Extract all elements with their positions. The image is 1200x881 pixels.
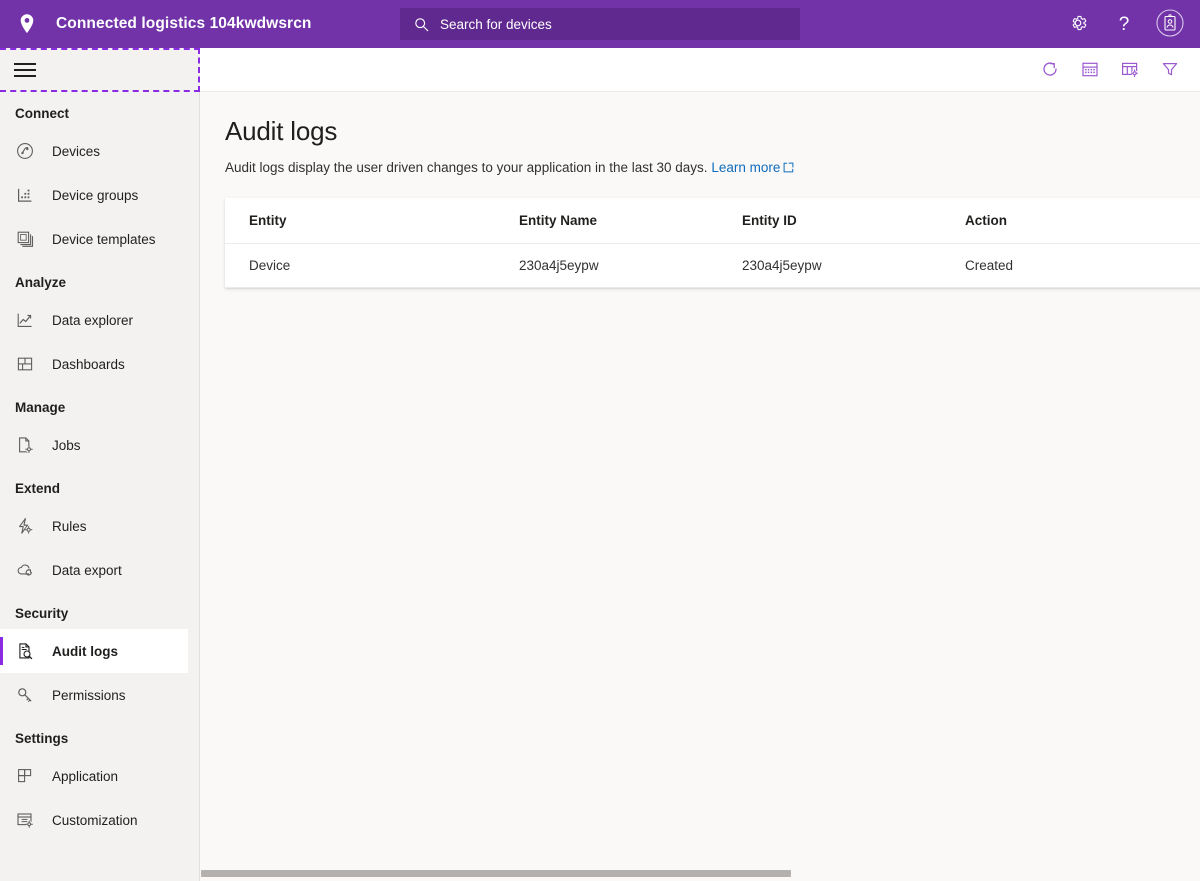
- cell-entity-name: 230a4j5eypw: [495, 243, 718, 287]
- sidebar-item-application[interactable]: Application: [0, 754, 188, 798]
- table-header-row: Entity Entity Name Entity ID Action: [225, 198, 1200, 243]
- refresh-icon: [1040, 59, 1060, 82]
- question-mark-icon: ?: [1119, 15, 1130, 34]
- sidebar-item-label: Devices: [52, 144, 100, 159]
- sidebar-item-device-groups[interactable]: Device groups: [0, 173, 188, 217]
- table-row[interactable]: Device 230a4j5eypw 230a4j5eypw Created: [225, 243, 1200, 287]
- page-description: Audit logs display the user driven chang…: [201, 147, 1200, 176]
- device-groups-icon: [13, 183, 37, 207]
- sidebar-group-analyze: Analyze Data explorer: [0, 261, 199, 386]
- customization-window-gear-icon: [13, 808, 37, 832]
- sidebar-group-manage: Manage Jobs: [0, 386, 199, 467]
- main-content: Audit logs Audit logs display the user d…: [201, 92, 1200, 881]
- sidebar-item-label: Device groups: [52, 188, 138, 203]
- device-templates-icon: [13, 227, 37, 251]
- sidebar-item-device-templates[interactable]: Device templates: [0, 217, 188, 261]
- sidebar-group-label: Analyze: [0, 261, 199, 298]
- dashboard-grid-icon: [13, 352, 37, 376]
- page-title: Audit logs: [201, 92, 1200, 147]
- sidebar-group-settings: Settings Application: [0, 717, 199, 842]
- top-header-bar: Connected logistics 104kwdwsrcn: [0, 0, 1200, 48]
- app-title: Connected logistics 104kwdwsrcn: [56, 15, 311, 33]
- sidebar-item-dashboards[interactable]: Dashboards: [0, 342, 188, 386]
- brand[interactable]: Connected logistics 104kwdwsrcn: [0, 0, 311, 48]
- global-search[interactable]: [400, 8, 800, 40]
- sidebar-item-data-explorer[interactable]: Data explorer: [0, 298, 188, 342]
- help-button[interactable]: ?: [1102, 0, 1146, 48]
- date-range-button[interactable]: [1070, 50, 1110, 90]
- user-badge-icon: [1155, 8, 1185, 41]
- sidebar-item-data-export[interactable]: Data export: [0, 548, 188, 592]
- column-header-action[interactable]: Action: [941, 198, 1200, 243]
- cell-action: Created: [941, 243, 1200, 287]
- top-header-actions: ?: [1056, 0, 1192, 48]
- column-header-entity-id[interactable]: Entity ID: [718, 198, 941, 243]
- command-bar-actions: [1030, 48, 1190, 92]
- sidebar-group-label: Security: [0, 592, 199, 629]
- column-options-button[interactable]: [1110, 50, 1150, 90]
- sidebar-item-permissions[interactable]: Permissions: [0, 673, 188, 717]
- sidebar-group-connect: Connect Devices: [0, 92, 199, 261]
- sidebar-item-audit-logs[interactable]: Audit logs: [0, 629, 188, 673]
- table-header: Entity Entity Name Entity ID Action: [225, 198, 1200, 243]
- column-settings-icon: [1120, 59, 1140, 82]
- page-description-text: Audit logs display the user driven chang…: [225, 160, 708, 175]
- sidebar-item-jobs[interactable]: Jobs: [0, 423, 188, 467]
- app-root: Connected logistics 104kwdwsrcn: [0, 0, 1200, 881]
- filter-button[interactable]: [1150, 50, 1190, 90]
- sidebar-item-rules[interactable]: Rules: [0, 504, 188, 548]
- devices-icon: [13, 139, 37, 163]
- sidebar-group-label: Connect: [0, 92, 199, 129]
- location-pin-icon: [14, 11, 40, 37]
- sidebar-item-label: Dashboards: [52, 357, 125, 372]
- sidebar-item-label: Rules: [52, 519, 87, 534]
- search-input[interactable]: [436, 17, 800, 32]
- sidebar-item-label: Data export: [52, 563, 122, 578]
- table-body: Device 230a4j5eypw 230a4j5eypw Created: [225, 243, 1200, 287]
- cell-entity: Device: [225, 243, 495, 287]
- sidebar-group-security: Security Audit logs: [0, 592, 199, 717]
- learn-more-link[interactable]: Learn more: [711, 160, 794, 175]
- settings-button[interactable]: [1056, 0, 1100, 48]
- horizontal-scrollbar-thumb[interactable]: [201, 870, 791, 877]
- rules-bolt-gear-icon: [13, 514, 37, 538]
- command-bar: [0, 48, 1200, 92]
- sidebar-navigation: Connect Devices: [0, 92, 200, 881]
- audit-logs-table-card: Entity Entity Name Entity ID Action Devi…: [225, 198, 1200, 288]
- column-header-entity-name[interactable]: Entity Name: [495, 198, 718, 243]
- cell-entity-id: 230a4j5eypw: [718, 243, 941, 287]
- sidebar-item-label: Jobs: [52, 438, 81, 453]
- audit-logs-table: Entity Entity Name Entity ID Action Devi…: [225, 198, 1200, 288]
- audit-document-search-icon: [13, 639, 37, 663]
- application-grid-icon: [13, 764, 37, 788]
- line-chart-icon: [13, 308, 37, 332]
- sidebar-group-label: Extend: [0, 467, 199, 504]
- sidebar-item-label: Permissions: [52, 688, 126, 703]
- sidebar-item-label: Application: [52, 769, 118, 784]
- calendar-icon: [1080, 59, 1100, 82]
- filter-icon: [1160, 59, 1180, 82]
- learn-more-label: Learn more: [711, 160, 780, 175]
- sidebar-item-label: Data explorer: [52, 313, 133, 328]
- search-icon: [406, 17, 436, 32]
- sidebar-item-label: Audit logs: [52, 644, 118, 659]
- account-button[interactable]: [1148, 0, 1192, 48]
- sidebar-group-label: Manage: [0, 386, 199, 423]
- cloud-export-icon: [13, 558, 37, 582]
- column-header-entity[interactable]: Entity: [225, 198, 495, 243]
- horizontal-scrollbar[interactable]: [201, 865, 1200, 881]
- sidebar-item-label: Customization: [52, 813, 138, 828]
- hamburger-icon: [14, 63, 36, 77]
- sidebar-group-label: Settings: [0, 717, 199, 754]
- external-link-icon: [783, 161, 794, 176]
- jobs-document-gear-icon: [13, 433, 37, 457]
- sidebar-item-customization[interactable]: Customization: [0, 798, 188, 842]
- refresh-button[interactable]: [1030, 50, 1070, 90]
- sidebar-group-extend: Extend Rules: [0, 467, 199, 592]
- sidebar-item-label: Device templates: [52, 232, 156, 247]
- sidebar-item-devices[interactable]: Devices: [0, 129, 188, 173]
- key-icon: [13, 683, 37, 707]
- gear-icon: [1068, 13, 1088, 36]
- hamburger-menu-button[interactable]: [0, 48, 200, 92]
